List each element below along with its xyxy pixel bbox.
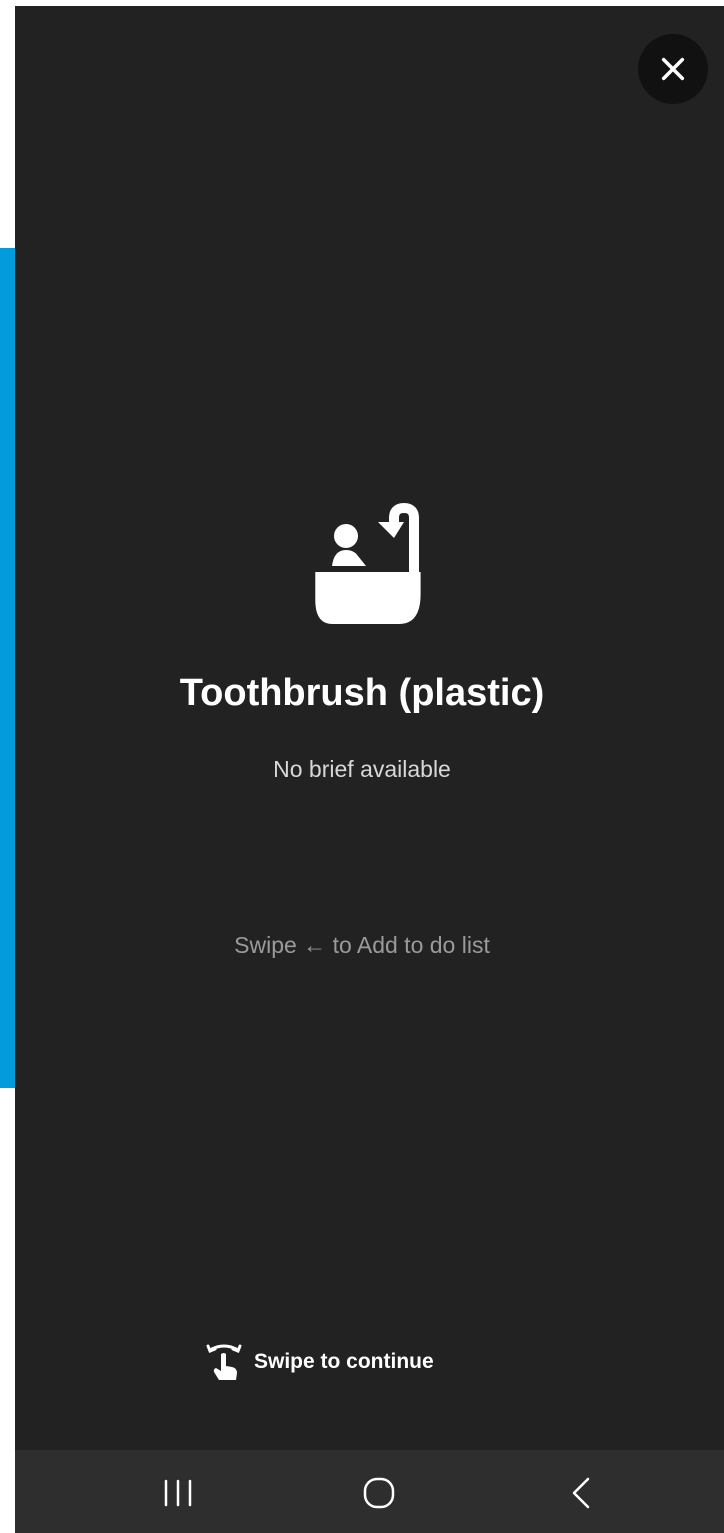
home-button[interactable] [349,1468,409,1518]
item-title: Toothbrush (plastic) [179,672,545,714]
underlying-accent-strip [0,248,15,1088]
close-button[interactable] [638,34,708,104]
swipe-gesture-icon [206,1344,242,1380]
swipe-hint: Swipe ← to Add to do list [234,932,490,958]
swipe-to-continue[interactable]: Swipe to continue [206,1342,434,1382]
swipe-to-continue-label: Swipe to continue [254,1350,434,1373]
recent-apps-icon [164,1479,192,1507]
back-icon [572,1477,590,1509]
home-icon [363,1477,395,1509]
info-card[interactable] [15,6,724,1450]
bathtub-icon [315,502,421,624]
recent-apps-button[interactable] [148,1468,208,1518]
close-icon [661,57,685,81]
system-nav-bar [15,1450,724,1533]
screen: Toothbrush (plastic) No brief available … [0,0,724,1533]
back-button[interactable] [551,1468,611,1518]
item-brief: No brief available [273,756,451,782]
